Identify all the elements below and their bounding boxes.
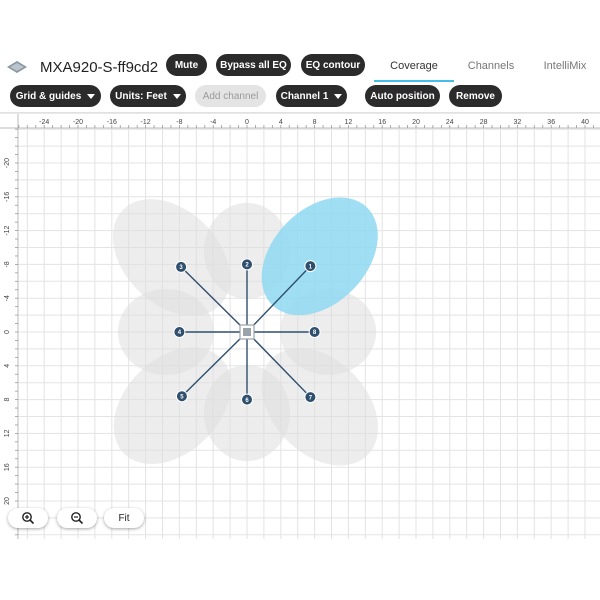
grid-guides-label: Grid & guides xyxy=(15,90,82,102)
y-tick-label: -16 xyxy=(4,192,11,202)
x-tick-label: 16 xyxy=(378,119,386,126)
zoom-out-icon xyxy=(71,512,84,525)
x-tick-label: 20 xyxy=(412,119,420,126)
x-tick-label: 28 xyxy=(480,119,488,126)
y-tick-label: 8 xyxy=(4,398,11,402)
microphone-array-core xyxy=(243,328,251,336)
channel-label: Channel 1 xyxy=(280,90,329,102)
x-tick-label: -12 xyxy=(141,119,151,126)
fit-button[interactable]: Fit xyxy=(104,508,144,528)
x-tick-label: 36 xyxy=(547,119,555,126)
bypass-all-eq-button[interactable]: Bypass all EQ xyxy=(216,54,291,76)
x-tick-label: -16 xyxy=(107,119,117,126)
y-tick-label: 16 xyxy=(4,463,11,471)
caret-down-icon xyxy=(334,93,343,99)
y-tick-label: -12 xyxy=(4,225,11,235)
channel-dropdown[interactable]: Channel 1 xyxy=(276,85,347,107)
top-ruler xyxy=(0,114,600,128)
zoom-in-button[interactable] xyxy=(8,508,48,528)
remove-button[interactable]: Remove xyxy=(449,85,502,107)
tab-channels[interactable]: Channels xyxy=(456,54,526,78)
auto-position-button[interactable]: Auto position xyxy=(365,85,440,107)
coverage-grid[interactable]: -24 -20 -16 -12 -8 -4 0 4 8 12 16 20 24 28 32 36 40-20-1… xyxy=(0,114,600,539)
device-diamond-icon xyxy=(7,61,27,73)
x-tick-label: 12 xyxy=(345,119,353,126)
y-tick-label: 20 xyxy=(4,497,11,505)
zoom-out-button[interactable] xyxy=(57,508,97,528)
app-header: MXA920-S-ff9cd2 Mute Bypass all EQ EQ co… xyxy=(0,50,600,82)
coverage-canvas[interactable]: -24 -20 -16 -12 -8 -4 0 4 8 12 16 20 24 28 32 36 40 -20 -1… xyxy=(0,114,600,539)
x-tick-label: -20 xyxy=(73,119,83,126)
x-tick-label: 4 xyxy=(279,119,283,126)
x-tick-label: 8 xyxy=(313,119,317,126)
x-tick-label: -8 xyxy=(176,119,182,126)
y-tick-label: -20 xyxy=(4,158,11,168)
x-tick-label: 32 xyxy=(514,119,522,126)
x-tick-label: -24 xyxy=(39,119,49,126)
caret-down-icon xyxy=(172,93,181,99)
zoom-in-icon xyxy=(22,512,35,525)
y-tick-label: -4 xyxy=(4,295,11,301)
units-dropdown[interactable]: Units: Feet xyxy=(110,85,186,107)
x-tick-label: 0 xyxy=(245,119,249,126)
add-channel-button[interactable]: Add channel xyxy=(195,85,266,107)
coverage-toolbar: Grid & guides Units: Feet Add channel Ch… xyxy=(0,85,600,109)
eq-contour-button[interactable]: EQ contour xyxy=(301,54,365,76)
tab-intellimix[interactable]: IntelliMix xyxy=(530,54,600,78)
mute-button[interactable]: Mute xyxy=(166,54,207,76)
y-tick-label: -8 xyxy=(4,261,11,267)
device-name: MXA920-S-ff9cd2 xyxy=(40,59,159,76)
x-tick-label: 40 xyxy=(581,119,589,126)
units-label: Units: Feet xyxy=(115,90,167,102)
y-tick-label: 12 xyxy=(4,429,11,437)
y-tick-label: 0 xyxy=(4,330,11,334)
y-tick-label: 4 xyxy=(4,364,11,368)
x-tick-label: 24 xyxy=(446,119,454,126)
caret-down-icon xyxy=(87,93,96,99)
active-tab-indicator xyxy=(374,80,454,82)
grid-guides-dropdown[interactable]: Grid & guides xyxy=(10,85,101,107)
tab-coverage[interactable]: Coverage xyxy=(374,54,454,78)
x-tick-label: -4 xyxy=(210,119,216,126)
